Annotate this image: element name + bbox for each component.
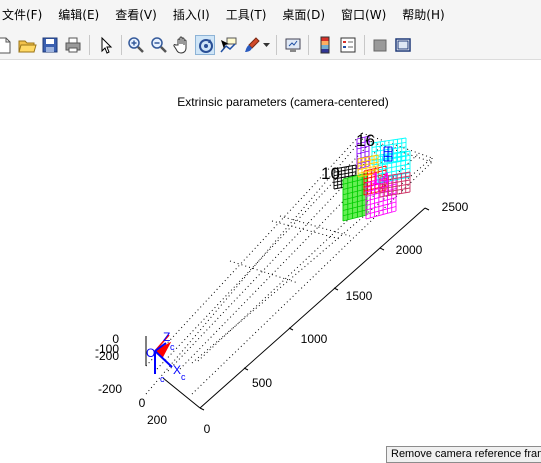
toolbar-separator bbox=[89, 35, 90, 55]
z-tick-label: -200 bbox=[95, 349, 119, 363]
checkerboard-grid bbox=[342, 172, 368, 222]
tooltip: Remove camera reference frame bbox=[386, 446, 541, 463]
print-figure-button[interactable] bbox=[63, 35, 83, 55]
zoom-out-button[interactable] bbox=[149, 35, 169, 55]
hide-plot-tools-button[interactable] bbox=[370, 35, 390, 55]
board-label: 16 bbox=[356, 131, 375, 150]
x-tick-label: 0 bbox=[139, 396, 146, 410]
figure-canvas[interactable]: Extrinsic parameters (camera-centered) 0… bbox=[0, 61, 541, 463]
figure-title: Extrinsic parameters (camera-centered) bbox=[177, 95, 388, 109]
arrow-cursor-icon bbox=[101, 36, 113, 54]
toolbar-separator bbox=[308, 35, 309, 55]
save-icon bbox=[42, 37, 58, 53]
insert-legend-button[interactable] bbox=[338, 35, 358, 55]
y-tick-label: 1500 bbox=[346, 289, 373, 303]
menu-tools[interactable]: 工具(T) bbox=[218, 0, 275, 30]
menu-view[interactable]: 查看(V) bbox=[107, 0, 165, 30]
folder-open-icon bbox=[18, 40, 37, 53]
hand-icon bbox=[173, 36, 187, 54]
menu-desktop[interactable]: 桌面(D) bbox=[274, 0, 333, 30]
toolbar bbox=[0, 30, 541, 60]
new-file-icon bbox=[0, 37, 11, 54]
printer-icon bbox=[65, 37, 81, 53]
pan-button[interactable] bbox=[172, 35, 192, 55]
y-tick-label: 2500 bbox=[442, 200, 469, 214]
y-axis-ticks bbox=[199, 207, 430, 411]
y-tick-label: 1000 bbox=[301, 332, 328, 346]
open-file-button[interactable] bbox=[17, 35, 37, 55]
y-axis-line bbox=[199, 207, 426, 409]
brush-icon bbox=[245, 37, 260, 52]
camera-x-subscript: c bbox=[181, 372, 186, 382]
x-tick-label: 200 bbox=[147, 413, 167, 427]
menubar: 文件(F) 编辑(E) 查看(V) 插入(I) 工具(T) 桌面(D) 窗口(W… bbox=[0, 0, 541, 30]
axes-3d[interactable]: Extrinsic parameters (camera-centered) 0… bbox=[0, 61, 541, 463]
insert-colorbar-button[interactable] bbox=[315, 35, 335, 55]
camera-y-subscript: c bbox=[160, 374, 165, 384]
rotate-3d-button[interactable] bbox=[195, 35, 215, 55]
toolbar-separator bbox=[364, 35, 365, 55]
data-cursor-icon bbox=[220, 37, 237, 53]
camera-x-label: X bbox=[173, 363, 181, 377]
menu-window[interactable]: 窗口(W) bbox=[333, 0, 394, 30]
hide-tools-icon bbox=[373, 39, 387, 52]
x-axis-line bbox=[162, 377, 201, 409]
menu-file[interactable]: 文件(F) bbox=[0, 0, 50, 30]
camera-frame: O X c c Z c bbox=[146, 330, 186, 384]
x-tick-label: -200 bbox=[98, 382, 122, 396]
zoom-out-icon bbox=[151, 37, 167, 53]
legend-icon bbox=[340, 37, 356, 53]
menu-insert[interactable]: 插入(I) bbox=[165, 0, 218, 30]
toolbar-separator bbox=[276, 35, 277, 55]
board-label: 10 bbox=[321, 164, 340, 183]
edit-plot-button[interactable] bbox=[96, 35, 116, 55]
grid-line bbox=[356, 150, 370, 155]
data-cursor-button[interactable] bbox=[218, 35, 238, 55]
menu-help[interactable]: 帮助(H) bbox=[394, 0, 452, 30]
y-tick-label: 2000 bbox=[396, 243, 423, 257]
brush-button[interactable] bbox=[241, 35, 261, 55]
chevron-down-icon[interactable] bbox=[263, 42, 270, 48]
show-tools-icon bbox=[395, 38, 411, 52]
zoom-in-icon bbox=[128, 37, 144, 53]
camera-origin-label: O bbox=[146, 346, 155, 360]
link-plot-button[interactable] bbox=[283, 35, 303, 55]
y-tick-label: 500 bbox=[252, 376, 272, 390]
colorbar-icon bbox=[320, 36, 330, 54]
toolbar-separator bbox=[121, 35, 122, 55]
zoom-in-button[interactable] bbox=[126, 35, 146, 55]
new-figure-button[interactable] bbox=[0, 35, 14, 55]
camera-z-subscript: c bbox=[170, 342, 175, 352]
board-label: 14 bbox=[371, 169, 390, 188]
link-plot-icon bbox=[285, 38, 301, 52]
save-figure-button[interactable] bbox=[40, 35, 60, 55]
y-tick-label: 0 bbox=[204, 422, 211, 436]
menu-edit[interactable]: 编辑(E) bbox=[50, 0, 107, 30]
show-plot-tools-button[interactable] bbox=[393, 35, 413, 55]
rotate-3d-icon bbox=[199, 39, 213, 53]
